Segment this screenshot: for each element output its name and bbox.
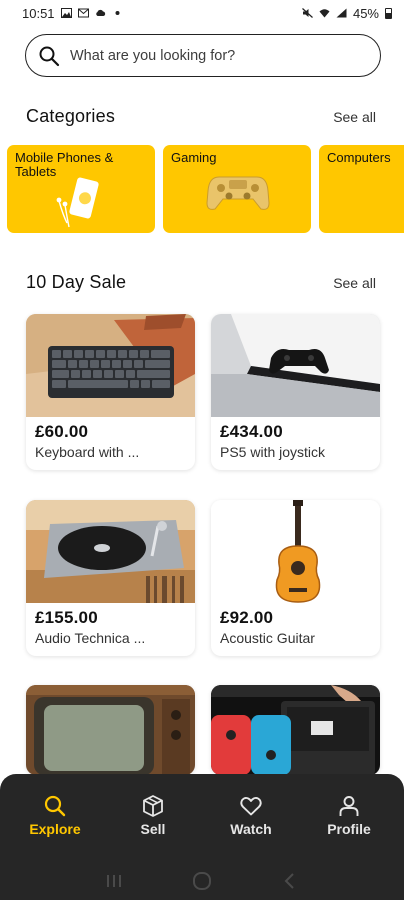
turntable-photo [26,500,195,603]
product-price: £92.00 [220,608,274,627]
product-price: £155.00 [35,608,98,627]
battery-percent: 45% [352,5,379,21]
search-icon [39,46,60,66]
categories-see-all-link[interactable]: See all [333,109,376,125]
image-icon [60,8,72,18]
category-mobile-phones[interactable]: Mobile Phones & Tablets [7,145,155,233]
search-icon [44,795,66,817]
system-navigation [0,872,404,890]
product-card[interactable]: £155.00 Audio Technica ... [26,500,195,656]
product-card[interactable]: £434.00 PS5 with joystick [211,314,380,470]
nav-sell[interactable]: Sell [108,794,198,837]
sale-header: 10 Day Sale See all [26,272,376,293]
search-bar[interactable] [25,34,381,77]
search-input[interactable] [70,47,340,64]
phone-earbuds-image [56,177,99,228]
product-card[interactable] [26,685,195,775]
box-icon [143,795,163,817]
home-icon[interactable] [192,872,212,890]
dot-icon [115,11,120,15]
product-card[interactable] [211,685,380,775]
nav-label: Profile [327,821,371,837]
categories-title: Categories [26,106,116,126]
person-icon [339,796,359,816]
retro-tv-photo [26,685,195,775]
sale-see-all-link[interactable]: See all [333,275,376,291]
keyboard-photo [26,314,195,417]
categories-carousel[interactable]: Mobile Phones & Tablets Gaming Computers [7,145,404,233]
nintendo-switch-photo [211,685,380,775]
guitar-photo [211,500,380,603]
nav-explore[interactable]: Explore [10,794,100,837]
status-bar: 10:51 45% [0,0,404,26]
product-price: £434.00 [220,422,283,441]
nav-label: Explore [29,821,81,837]
signal-icon [336,8,347,18]
cloud-icon [95,9,105,16]
product-name: Keyboard with ... [35,444,140,460]
category-gaming[interactable]: Gaming [163,145,311,233]
nav-label: Sell [140,821,166,837]
nav-watch[interactable]: Watch [206,794,296,837]
bottom-nav: Explore Sell Watch Profile [0,774,404,900]
product-name: Acoustic Guitar [220,630,315,646]
product-card[interactable]: £60.00 Keyboard with ... [26,314,195,470]
status-time: 10:51 [22,5,55,21]
product-name: Audio Technica ... [35,630,146,646]
battery-icon [385,7,392,19]
back-icon[interactable] [280,872,300,890]
ps5-photo [211,314,380,417]
heart-icon [240,797,262,816]
sale-title: 10 Day Sale [26,272,127,292]
wifi-icon [319,9,330,18]
gamepad-image [206,176,270,210]
product-card[interactable]: £92.00 Acoustic Guitar [211,500,380,656]
recent-apps-icon[interactable] [104,872,124,890]
nav-label: Watch [230,821,272,837]
mail-icon [77,8,89,18]
mute-icon [302,8,313,18]
category-computers[interactable]: Computers [319,145,404,233]
nav-profile[interactable]: Profile [304,794,394,837]
product-name: PS5 with joystick [220,444,326,460]
product-price: £60.00 [35,422,89,441]
categories-header: Categories See all [26,106,376,127]
category-label: Gaming [171,150,217,165]
category-label: Computers [327,150,391,165]
